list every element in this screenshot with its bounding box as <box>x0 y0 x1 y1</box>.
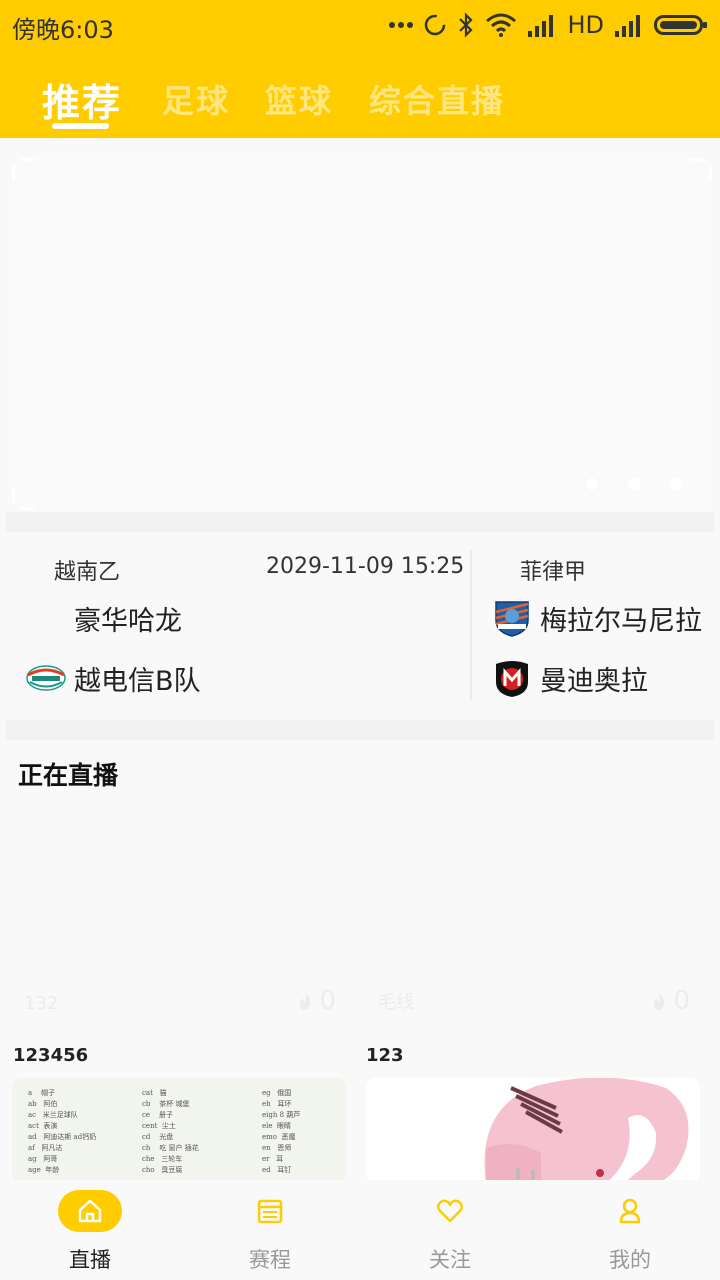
live-card-cover[interactable]: 毛线 0 <box>366 860 700 1020</box>
banner-dot[interactable] <box>670 478 682 490</box>
team-name: 豪华哈龙 <box>74 605 182 637</box>
flame-icon <box>300 992 311 1010</box>
bluetooth-icon <box>457 12 475 38</box>
heat-count: 0 <box>297 986 336 1016</box>
nav-label: 关注 <box>429 1248 471 1272</box>
nav-label: 我的 <box>609 1248 651 1272</box>
banner-carousel[interactable] <box>12 158 712 510</box>
banner-corner <box>12 488 34 510</box>
tab-general-live[interactable]: 综合直播 <box>369 76 505 122</box>
section-title-live: 正在直播 <box>18 761 119 790</box>
match-card[interactable]: 越南乙 2029-11-09 15:25 豪华哈龙 越电信B队 菲律甲 梅拉尔马… <box>0 540 720 710</box>
live-thumbnail-mixer[interactable] <box>366 1078 700 1183</box>
live-card-cover[interactable]: 132 0 <box>12 860 346 1020</box>
banner-corner <box>690 158 712 180</box>
nav-label: 直播 <box>69 1248 111 1272</box>
home-team: 豪华哈龙 <box>26 598 182 638</box>
nav-icon-bg <box>58 1190 122 1232</box>
league-name: 越南乙 <box>54 560 121 585</box>
vocab-column: cat 猫 cb 茶杯 城堡 ce 册子 cent 尘土 cd 光盘 ch 吃 … <box>142 1089 199 1174</box>
tab-football[interactable]: 足球 <box>162 76 230 122</box>
team-name: 越电信B队 <box>74 665 201 697</box>
banner-dot[interactable] <box>586 478 598 490</box>
nav-icon-bg <box>238 1190 302 1232</box>
status-bar: 傍晚6:03 HD <box>0 0 720 50</box>
top-header: 傍晚6:03 HD 推荐 足球 篮球 综合直播 <box>0 0 720 138</box>
anchor-name: 132 <box>24 993 59 1014</box>
home-team: 梅拉尔马尼拉 <box>492 598 702 638</box>
signal-icon <box>527 13 557 37</box>
category-tabs: 推荐 足球 篮球 综合直播 <box>0 68 720 129</box>
mendiola-logo-icon <box>492 658 532 698</box>
pink-mixer-image <box>366 1078 700 1183</box>
banner-dot[interactable] <box>628 478 640 490</box>
nav-item-follow[interactable]: 关注 <box>390 1190 510 1280</box>
meralco-logo-icon <box>492 598 532 638</box>
vocab-column: eg 俄国 eh 耳环 eigh 8 葫芦 ele 眼睛 emo 恶魔 en 恩… <box>262 1089 301 1174</box>
status-time: 傍晚6:03 <box>12 16 114 44</box>
tab-recommend[interactable]: 推荐 <box>42 72 122 127</box>
nav-icon-bg <box>598 1190 662 1232</box>
flame-icon <box>654 992 665 1010</box>
away-team: 越电信B队 <box>26 658 201 698</box>
signal-icon-2 <box>614 13 644 37</box>
tab-basketball[interactable]: 篮球 <box>265 76 333 122</box>
viettel-logo-icon <box>26 658 66 698</box>
match-divider <box>470 550 472 700</box>
tab-indicator <box>52 123 109 129</box>
heat-value: 0 <box>673 986 690 1016</box>
live-card-title[interactable]: 123456 <box>13 1045 88 1066</box>
calendar-icon <box>257 1199 283 1224</box>
nav-item-schedule[interactable]: 赛程 <box>210 1190 330 1280</box>
match-time: 2029-11-09 15:25 <box>266 554 465 579</box>
home-icon <box>78 1199 102 1223</box>
banner-corner <box>12 158 34 180</box>
sync-icon <box>423 13 447 37</box>
status-icons: HD <box>389 10 708 40</box>
vocab-column: a 帽子 ab 阿伯 ac 米兰足球队 act 表演 ad 阿迪达斯 ad钙奶 … <box>28 1089 97 1174</box>
heat-count: 0 <box>651 986 690 1016</box>
live-card-title[interactable]: 123 <box>366 1045 404 1066</box>
league-name: 菲律甲 <box>520 560 587 585</box>
banner-dots <box>586 478 682 490</box>
team-logo-placeholder <box>26 598 66 638</box>
nav-item-mine[interactable]: 我的 <box>570 1190 690 1280</box>
separator <box>6 720 714 740</box>
bottom-navigation: 直播 赛程 关注 我的 <box>0 1180 720 1280</box>
heat-value: 0 <box>319 986 336 1016</box>
away-team: 曼迪奥拉 <box>492 658 648 698</box>
battery-icon <box>654 13 708 37</box>
separator <box>6 512 714 532</box>
more-dots-icon <box>389 21 414 29</box>
user-icon <box>619 1198 641 1224</box>
nav-icon-bg <box>418 1190 482 1232</box>
team-name: 曼迪奥拉 <box>540 665 648 697</box>
vocabulary-sheet-image: a 帽子 ab 阿伯 ac 米兰足球队 act 表演 ad 阿迪达斯 ad钙奶 … <box>12 1078 346 1183</box>
nav-item-live[interactable]: 直播 <box>30 1190 150 1280</box>
live-thumbnail-vocab[interactable]: a 帽子 ab 阿伯 ac 米兰足球队 act 表演 ad 阿迪达斯 ad钙奶 … <box>12 1078 346 1183</box>
heart-icon <box>436 1199 464 1223</box>
network-label: HD <box>567 11 604 39</box>
anchor-name: 毛线 <box>378 992 414 1013</box>
wifi-icon <box>485 13 517 37</box>
team-name: 梅拉尔马尼拉 <box>540 605 702 637</box>
nav-label: 赛程 <box>249 1248 291 1272</box>
